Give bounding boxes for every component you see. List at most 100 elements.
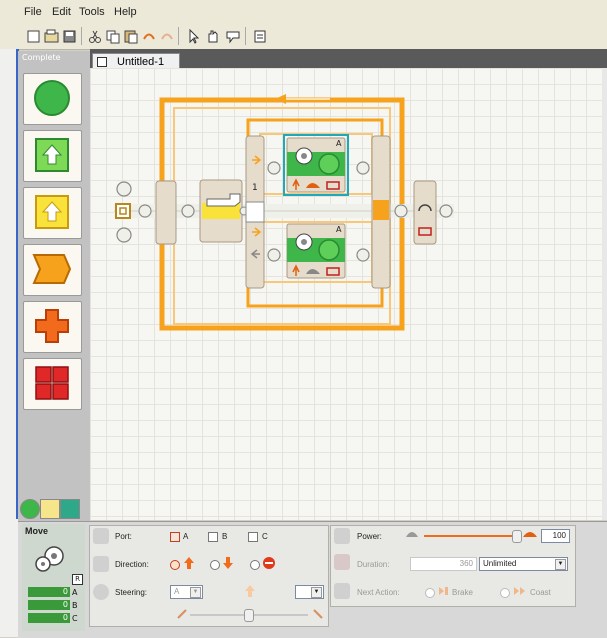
grid-squares-icon (35, 366, 69, 400)
menu-tools[interactable]: Tools (79, 6, 105, 18)
custom-palette-icon[interactable] (250, 27, 270, 46)
power-icon (334, 528, 350, 544)
green-circle-icon (34, 80, 70, 116)
undo-icon[interactable] (139, 27, 159, 46)
copy-icon[interactable] (103, 27, 123, 46)
port-a-letter: A (72, 588, 78, 597)
brake-icon (439, 587, 448, 595)
new-file-icon[interactable] (24, 27, 44, 46)
port-a-checkbox[interactable] (170, 532, 180, 542)
sensor-arrow-icon (35, 195, 69, 229)
toolbar (0, 24, 607, 50)
direction-forward-radio[interactable] (170, 560, 180, 570)
palette-data-blocks[interactable] (23, 301, 82, 353)
tab-custom-palette[interactable] (60, 499, 80, 519)
steering-slider-thumb[interactable] (244, 609, 254, 622)
program-diagram: 1 A A (114, 94, 454, 331)
direction-icon (93, 556, 109, 572)
menu-edit[interactable]: Edit (52, 6, 71, 18)
port-label: Port: (115, 532, 132, 541)
brake-radio[interactable] (425, 588, 435, 598)
power-input[interactable]: 100 (541, 529, 570, 543)
menu-bar: File Edit Tools Help (0, 0, 607, 25)
palette-advanced-blocks[interactable] (23, 358, 82, 410)
arrow-down-icon (223, 557, 233, 569)
pointer-tool-icon[interactable] (183, 27, 203, 46)
comment-tool-icon[interactable] (223, 27, 243, 46)
port-c-checkbox[interactable] (248, 532, 258, 542)
direction-label: Direction: (115, 560, 149, 569)
block-title: Move (25, 526, 49, 536)
palette-title: Complete (22, 53, 61, 62)
next-action-icon (334, 583, 350, 599)
palette-flow-blocks[interactable] (23, 244, 82, 296)
menu-help[interactable]: Help (114, 6, 137, 18)
tab-complete-palette[interactable] (40, 499, 60, 519)
duration-unit-select[interactable]: Unlimited ▼ (479, 557, 568, 571)
cut-icon[interactable] (85, 27, 105, 46)
program-canvas[interactable]: 1 A A (90, 68, 602, 520)
bottom-block-port: A (336, 225, 342, 234)
brake-label: Brake (452, 588, 473, 597)
port-icon (93, 528, 109, 544)
steering-arrow-icon (245, 585, 255, 597)
palette-common-blocks[interactable] (23, 73, 82, 125)
duration-unit-value: Unlimited (483, 559, 517, 568)
steering-left-select[interactable]: A ▼ (170, 585, 203, 599)
duration-input[interactable]: 360 (410, 557, 477, 571)
power-slider-track[interactable] (424, 535, 514, 537)
document-icon (97, 57, 107, 67)
loop-start-pillar (155, 180, 177, 245)
reset-button[interactable]: R (72, 574, 83, 585)
palette-sensor-blocks[interactable] (23, 187, 82, 239)
power-high-icon (523, 532, 537, 537)
port-c-counter: 0 (28, 613, 70, 623)
coast-icon (514, 587, 525, 595)
port-a-option-label: A (183, 532, 189, 541)
open-file-icon[interactable] (42, 27, 62, 46)
top-block-port: A (336, 139, 342, 148)
tab-common-palette[interactable] (20, 499, 40, 519)
canvas-scrollbar[interactable] (602, 68, 607, 520)
chevron-down-icon: ▼ (190, 587, 201, 598)
pan-tool-icon[interactable] (203, 27, 223, 46)
steering-right-select[interactable]: ▼ (295, 585, 324, 599)
port-b-letter: B (72, 601, 78, 610)
coast-label: Coast (530, 588, 551, 597)
stop-icon (263, 557, 275, 569)
direction-backward-radio[interactable] (210, 560, 220, 570)
duration-label: Duration: (357, 560, 390, 569)
move-gear-icon (35, 546, 64, 572)
coast-radio[interactable] (500, 588, 510, 598)
power-low-icon (406, 532, 418, 537)
steering-left-value: A (174, 587, 180, 596)
port-c-option-label: C (262, 532, 268, 541)
redo-icon[interactable] (157, 27, 177, 46)
steering-label: Steering: (115, 588, 148, 597)
document-tab-label: Untitled-1 (117, 56, 165, 68)
switch-case-label: 1 (252, 183, 258, 193)
palette-action-blocks[interactable] (23, 130, 82, 182)
port-b-counter: 0 (28, 600, 70, 610)
plus-shape-icon (35, 309, 69, 343)
flow-block-icon (32, 254, 72, 284)
port-b-option-label: B (222, 532, 228, 541)
steering-icon (93, 584, 109, 600)
save-icon[interactable] (60, 27, 80, 46)
direction-stop-radio[interactable] (250, 560, 260, 570)
port-c-letter: C (72, 614, 78, 623)
chevron-down-icon-2: ▼ (311, 587, 322, 598)
next-action-label: Next Action: (357, 588, 400, 597)
arrow-up-icon (184, 557, 194, 569)
start-block (115, 203, 131, 219)
port-a-counter: 0 (28, 587, 70, 597)
port-b-checkbox[interactable] (208, 532, 218, 542)
steer-right-icon (313, 609, 323, 619)
block-palette (18, 51, 90, 521)
menu-file[interactable]: File (24, 6, 42, 18)
action-arrow-icon (35, 138, 69, 172)
steer-left-icon (177, 609, 187, 619)
paste-icon[interactable] (121, 27, 141, 46)
power-label: Power: (357, 532, 382, 541)
chevron-down-icon-3: ▼ (555, 559, 566, 570)
